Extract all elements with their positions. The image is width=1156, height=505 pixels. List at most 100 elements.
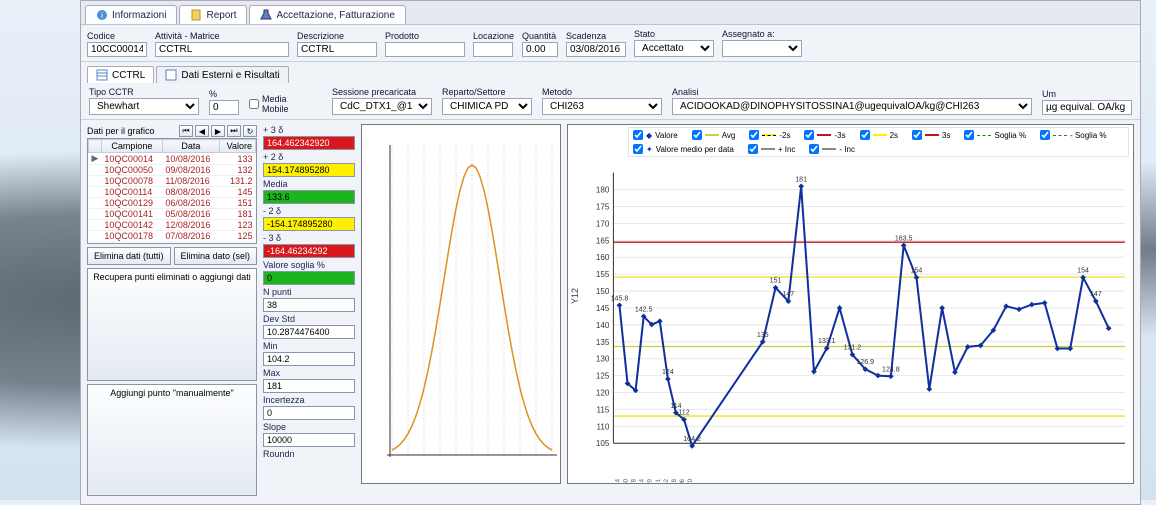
label-devstd: Dev Std (263, 313, 355, 324)
tab-informazioni[interactable]: i Informazioni (85, 5, 177, 24)
legend-p2s: 2s (890, 131, 898, 140)
sessione-select[interactable]: CdC_DTX1_@1 (332, 98, 432, 115)
label-incertezza: Incertezza (263, 394, 355, 405)
analisi-select[interactable]: ACIDOOKAD@DINOPHYSITOSSINA1@ugequivalOA/… (672, 98, 1032, 115)
svg-text:135: 135 (757, 332, 769, 339)
table-row[interactable]: ▶10QC0001410/08/2016133 (89, 153, 256, 165)
chk-m3s[interactable] (804, 130, 814, 140)
legend-plus-inc: + Inc (778, 145, 796, 154)
svg-text:10QC00050: 10QC00050 (623, 478, 629, 483)
tab-accettazione[interactable]: Accettazione, Fatturazione (249, 5, 405, 24)
percent-input[interactable] (209, 100, 239, 115)
chk-minus-inc[interactable] (809, 144, 819, 154)
value-slope: 10000 (263, 433, 355, 447)
subtab-cctrl[interactable]: CCTRL (87, 66, 154, 83)
metodo-select[interactable]: CHI263 (542, 98, 662, 115)
tipo-select[interactable]: Shewhart (89, 98, 199, 115)
next-button[interactable]: ▶ (211, 125, 225, 137)
label-quantita: Quantità (522, 31, 558, 41)
tab-report[interactable]: Report (179, 5, 247, 24)
label-tipo: Tipo CCTR (89, 87, 199, 97)
svg-text:105: 105 (596, 439, 610, 448)
legend-media-data: Valore medio per data (656, 145, 734, 154)
quantita-input[interactable] (522, 42, 558, 57)
label-descrizione: Descrizione (297, 31, 377, 41)
label-roundn: Roundn (263, 448, 355, 459)
svg-text:140: 140 (596, 321, 610, 330)
label-media-mobile: Media Mobile (262, 94, 298, 114)
svg-text:130: 130 (596, 355, 610, 364)
attivita-input[interactable] (155, 42, 289, 57)
table-row[interactable]: 10QC0011408/08/2016145 (89, 187, 256, 198)
codice-input[interactable] (87, 42, 147, 57)
svg-text:112: 112 (678, 410, 689, 417)
elimina-sel-button[interactable]: Elimina dato (sel) (174, 247, 258, 265)
svg-text:180: 180 (596, 186, 610, 195)
stato-select[interactable]: Accettato (634, 40, 714, 57)
tab-label: Report (206, 10, 236, 21)
locazione-input[interactable] (473, 42, 513, 57)
chk-avg[interactable] (692, 130, 702, 140)
chk-soglia-m[interactable] (1040, 130, 1050, 140)
chk-m2s[interactable] (749, 130, 759, 140)
svg-text:10QC00206: 10QC00206 (680, 478, 686, 483)
grid-icon (96, 69, 108, 81)
label-um: Um (1042, 89, 1132, 99)
svg-text:160: 160 (596, 253, 610, 262)
data-grid[interactable]: CampioneDataValore ▶10QC0001410/08/20161… (87, 138, 257, 244)
svg-text:10QC00270: 10QC00270 (688, 478, 694, 483)
recupera-button[interactable]: Recupera punti eliminati o aggiungi dati (87, 268, 257, 380)
table-row[interactable]: 10QC0012906/08/2016151 (89, 198, 256, 209)
label-m2d: - 2 δ (263, 205, 355, 216)
col-valore[interactable]: Valore (219, 140, 255, 153)
chk-p2s[interactable] (860, 130, 870, 140)
chk-media-data[interactable] (633, 144, 643, 154)
col-campione[interactable]: Campione (101, 140, 162, 153)
descrizione-input[interactable] (297, 42, 377, 57)
svg-text:120: 120 (596, 389, 610, 398)
reparto-select[interactable]: CHIMICA PD (442, 98, 532, 115)
chk-valore[interactable] (633, 130, 643, 140)
svg-text:147: 147 (1090, 291, 1102, 298)
elimina-tutti-button[interactable]: Elimina dati (tutti) (87, 247, 171, 265)
label-analisi: Analisi (672, 87, 1032, 97)
chk-soglia-p[interactable] (964, 130, 974, 140)
value-soglia: 0 (263, 271, 355, 285)
assegnato-select[interactable] (722, 40, 802, 57)
um-input[interactable] (1042, 100, 1132, 115)
chk-plus-inc[interactable] (748, 144, 758, 154)
first-button[interactable]: ⏮ (179, 125, 193, 137)
label-metodo: Metodo (542, 87, 662, 97)
svg-text:10QC00078: 10QC00078 (632, 478, 638, 483)
label-slope: Slope (263, 421, 355, 432)
prev-button[interactable]: ◀ (195, 125, 209, 137)
table-row[interactable]: 10QC0007811/08/2016131.2 (89, 176, 256, 187)
table-row[interactable]: 10QC0017807/08/2016125 (89, 231, 256, 242)
legend-p3s: 3s (942, 131, 950, 140)
table-row[interactable]: 10QC0014105/08/2016181 (89, 209, 256, 220)
grid-column: Dati per il grafico ⏮ ◀ ▶ ⏭ ↻ CampioneDa… (87, 124, 257, 496)
scadenza-input[interactable] (566, 42, 626, 57)
label-npunti: N punti (263, 286, 355, 297)
value-m3d: -164.46234292 (263, 244, 355, 258)
label-prodotto: Prodotto (385, 31, 465, 41)
table-row[interactable]: 10QC0014212/08/2016123 (89, 220, 256, 231)
svg-text:165: 165 (596, 236, 610, 245)
distribution-chart (361, 124, 561, 484)
svg-text:154: 154 (1077, 268, 1089, 275)
svg-text:133.1: 133.1 (818, 338, 836, 345)
svg-text:115: 115 (597, 405, 610, 414)
last-button[interactable]: ⏭ (227, 125, 241, 137)
subtab-dati-esterni[interactable]: Dati Esterni e Risultati (156, 66, 288, 83)
grid-title: Dati per il grafico (87, 126, 155, 136)
table-row[interactable]: 10QC0020613/08/2016126.9 (89, 242, 256, 245)
refresh-button[interactable]: ↻ (243, 125, 257, 137)
table-row[interactable]: 10QC0005009/08/2016132 (89, 165, 256, 176)
col-data[interactable]: Data (162, 140, 219, 153)
value-npunti: 38 (263, 298, 355, 312)
media-mobile-checkbox[interactable] (249, 99, 259, 109)
prodotto-input[interactable] (385, 42, 465, 57)
chk-p3s[interactable] (912, 130, 922, 140)
label-media: Media (263, 178, 355, 189)
aggiungi-button[interactable]: Aggiungi punto "manualmente" (87, 384, 257, 496)
